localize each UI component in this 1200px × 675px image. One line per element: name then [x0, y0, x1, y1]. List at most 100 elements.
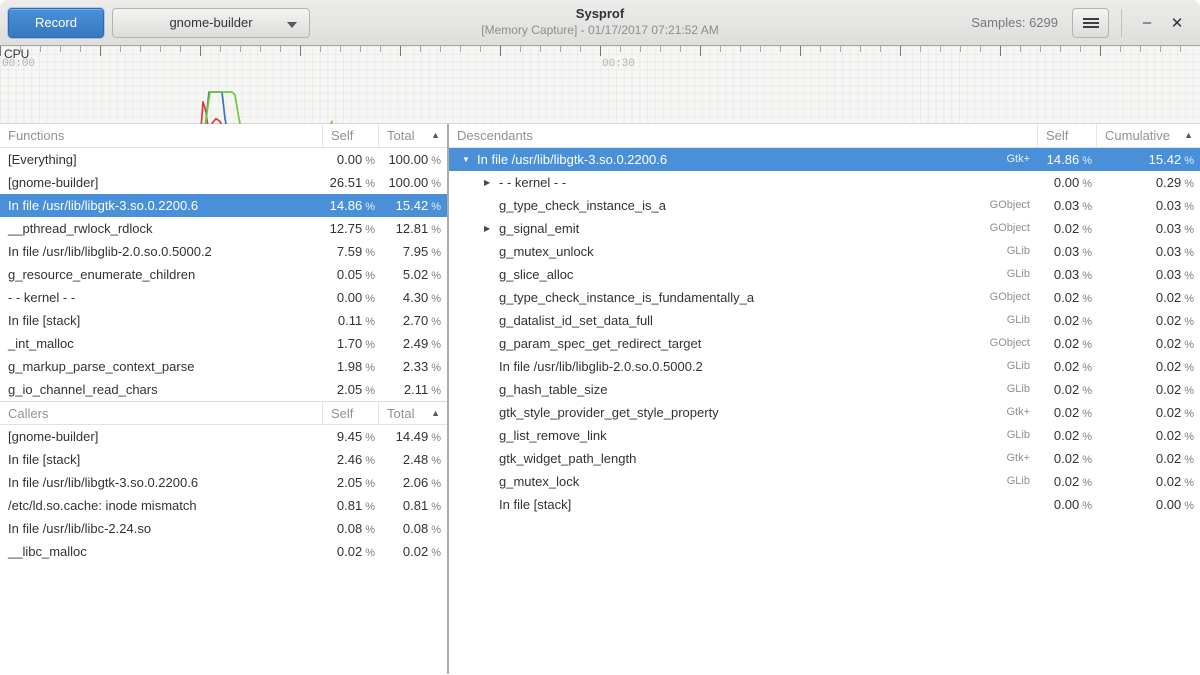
- callers-total-column-header[interactable]: Total▲: [379, 402, 447, 424]
- descendants-cumulative-column-header[interactable]: Cumulative ▲: [1097, 124, 1200, 147]
- percent-sign: %: [365, 201, 375, 213]
- tree-row[interactable]: gtk_widget_path_lengthGtk+0.02%0.02%: [449, 447, 1200, 470]
- self-value: 14.86%: [1038, 148, 1097, 171]
- total-value: 2.06%: [379, 471, 447, 494]
- tree-row[interactable]: In file [stack]0.00%0.00%: [449, 493, 1200, 516]
- library-tag: GObject: [990, 332, 1038, 355]
- functions-column-header[interactable]: Functions: [0, 124, 323, 147]
- self-value: 1.98%: [323, 355, 379, 378]
- tree-row[interactable]: In file /usr/lib/libglib-2.0.so.0.5000.2…: [449, 355, 1200, 378]
- function-name: g_markup_parse_context_parse: [0, 355, 323, 378]
- record-button[interactable]: Record: [8, 8, 104, 38]
- tree-row[interactable]: g_mutex_lockGLib0.02%0.02%: [449, 470, 1200, 493]
- time-tick-mid: 00:30: [602, 58, 635, 70]
- callers-self-column-header[interactable]: Self: [323, 402, 379, 424]
- function-name: g_list_remove_link: [449, 424, 1007, 447]
- tree-indent: [457, 274, 484, 275]
- table-row[interactable]: g_markup_parse_context_parse1.98%2.33%: [0, 355, 447, 378]
- function-name-label: In file /usr/lib/libgtk-3.so.0.2200.6: [477, 148, 667, 171]
- tree-row[interactable]: g_type_check_instance_is_fundamentally_a…: [449, 286, 1200, 309]
- table-row[interactable]: In file /usr/lib/libc-2.24.so0.08%0.08%: [0, 517, 447, 540]
- minimize-button[interactable]: –: [1132, 8, 1162, 38]
- table-row[interactable]: - - kernel - -0.00%4.30%: [0, 286, 447, 309]
- table-row[interactable]: g_resource_enumerate_children0.05%5.02%: [0, 263, 447, 286]
- cpu-graph[interactable]: CPU 00:00 00:30: [0, 46, 1200, 124]
- function-name-label: gtk_style_provider_get_style_property: [499, 401, 719, 424]
- target-selector-dropdown[interactable]: gnome-builder: [112, 8, 310, 38]
- table-row[interactable]: In file /usr/lib/libgtk-3.so.0.2200.62.0…: [0, 471, 447, 494]
- tree-row[interactable]: g_datalist_id_set_data_fullGLib0.02%0.02…: [449, 309, 1200, 332]
- self-value: 26.51%: [323, 171, 379, 194]
- tree-row[interactable]: gtk_style_provider_get_style_propertyGtk…: [449, 401, 1200, 424]
- table-row[interactable]: In file /usr/lib/libglib-2.0.so.0.5000.2…: [0, 240, 447, 263]
- descendants-column-header[interactable]: Descendants: [449, 124, 1038, 147]
- time-tick-start: 00:00: [2, 58, 35, 70]
- table-row[interactable]: In file /usr/lib/libgtk-3.so.0.2200.614.…: [0, 194, 447, 217]
- percent-sign: %: [1082, 454, 1092, 466]
- cumulative-value: 0.02%: [1097, 332, 1200, 355]
- percent-sign: %: [1082, 201, 1092, 213]
- percent-sign: %: [1082, 339, 1092, 351]
- percent-sign: %: [1184, 385, 1194, 397]
- percent-sign: %: [365, 432, 375, 444]
- tree-row[interactable]: g_slice_allocGLib0.03%0.03%: [449, 263, 1200, 286]
- table-row[interactable]: [Everything]0.00%100.00%: [0, 148, 447, 171]
- tree-row[interactable]: g_param_spec_get_redirect_targetGObject0…: [449, 332, 1200, 355]
- library-tag: GObject: [990, 194, 1038, 217]
- tree-row[interactable]: ▼In file /usr/lib/libgtk-3.so.0.2200.6Gt…: [449, 148, 1200, 171]
- percent-sign: %: [1184, 155, 1194, 167]
- table-row[interactable]: _int_malloc1.70%2.49%: [0, 332, 447, 355]
- expander-closed-icon[interactable]: ▶: [484, 217, 499, 240]
- function-name: - - kernel - -: [0, 286, 323, 309]
- descendants-self-column-header[interactable]: Self: [1038, 124, 1097, 147]
- percent-sign: %: [1184, 408, 1194, 420]
- self-value: 0.05%: [323, 263, 379, 286]
- tree-indent: [457, 435, 484, 436]
- function-name: g_io_channel_read_chars: [0, 378, 323, 401]
- table-row[interactable]: In file [stack]2.46%2.48%: [0, 448, 447, 471]
- expander-closed-icon[interactable]: ▶: [484, 171, 499, 194]
- tree-row[interactable]: g_mutex_unlockGLib0.03%0.03%: [449, 240, 1200, 263]
- table-row[interactable]: /etc/ld.so.cache: inode mismatch0.81%0.8…: [0, 494, 447, 517]
- callers-column-header[interactable]: Callers: [0, 402, 323, 424]
- percent-sign: %: [1082, 224, 1092, 236]
- cumulative-column-label: Cumulative: [1105, 128, 1170, 143]
- percent-sign: %: [431, 339, 441, 351]
- tree-row[interactable]: g_list_remove_linkGLib0.02%0.02%: [449, 424, 1200, 447]
- self-value: 0.02%: [1038, 217, 1097, 240]
- tree-row[interactable]: g_hash_table_sizeGLib0.02%0.02%: [449, 378, 1200, 401]
- function-name: g_slice_alloc: [449, 263, 1007, 286]
- table-row[interactable]: [gnome-builder]26.51%100.00%: [0, 171, 447, 194]
- percent-sign: %: [1184, 431, 1194, 443]
- percent-sign: %: [1184, 339, 1194, 351]
- table-row[interactable]: __libc_malloc0.02%0.02%: [0, 540, 447, 563]
- library-tag: GLib: [1007, 355, 1038, 378]
- total-value: 15.42%: [379, 194, 447, 217]
- close-button[interactable]: ✕: [1162, 8, 1192, 38]
- right-pane: Descendants Self Cumulative▲ ▼In file /u…: [449, 124, 1200, 674]
- total-value: 14.49%: [379, 425, 447, 448]
- tree-row[interactable]: ▶- - kernel - -0.00%0.29%: [449, 171, 1200, 194]
- sort-ascending-icon: ▲: [1184, 124, 1193, 147]
- percent-sign: %: [431, 524, 441, 536]
- tree-row[interactable]: g_type_check_instance_is_aGObject0.03%0.…: [449, 194, 1200, 217]
- self-value: 1.70%: [323, 332, 379, 355]
- tree-indent: [457, 504, 484, 505]
- functions-table-header: Functions Self Total▲: [0, 124, 447, 148]
- functions-total-column-header[interactable]: Total▲: [379, 124, 447, 147]
- table-row[interactable]: In file [stack]0.11%2.70%: [0, 309, 447, 332]
- function-name-label: g_slice_alloc: [499, 263, 573, 286]
- table-row[interactable]: [gnome-builder]9.45%14.49%: [0, 425, 447, 448]
- percent-sign: %: [1082, 500, 1092, 512]
- callers-table-body: [gnome-builder]9.45%14.49%In file [stack…: [0, 425, 447, 563]
- functions-self-column-header[interactable]: Self: [323, 124, 379, 147]
- table-row[interactable]: g_io_channel_read_chars2.05%2.11%: [0, 378, 447, 401]
- self-value: 0.02%: [1038, 424, 1097, 447]
- function-name-label: g_datalist_id_set_data_full: [499, 309, 653, 332]
- table-row[interactable]: __pthread_rwlock_rdlock12.75%12.81%: [0, 217, 447, 240]
- menu-button[interactable]: [1072, 8, 1109, 38]
- cumulative-value: 0.00%: [1097, 493, 1200, 516]
- tree-row[interactable]: ▶g_signal_emitGObject0.02%0.03%: [449, 217, 1200, 240]
- expander-open-icon[interactable]: ▼: [462, 148, 477, 171]
- cpu-series-green: [88, 92, 332, 124]
